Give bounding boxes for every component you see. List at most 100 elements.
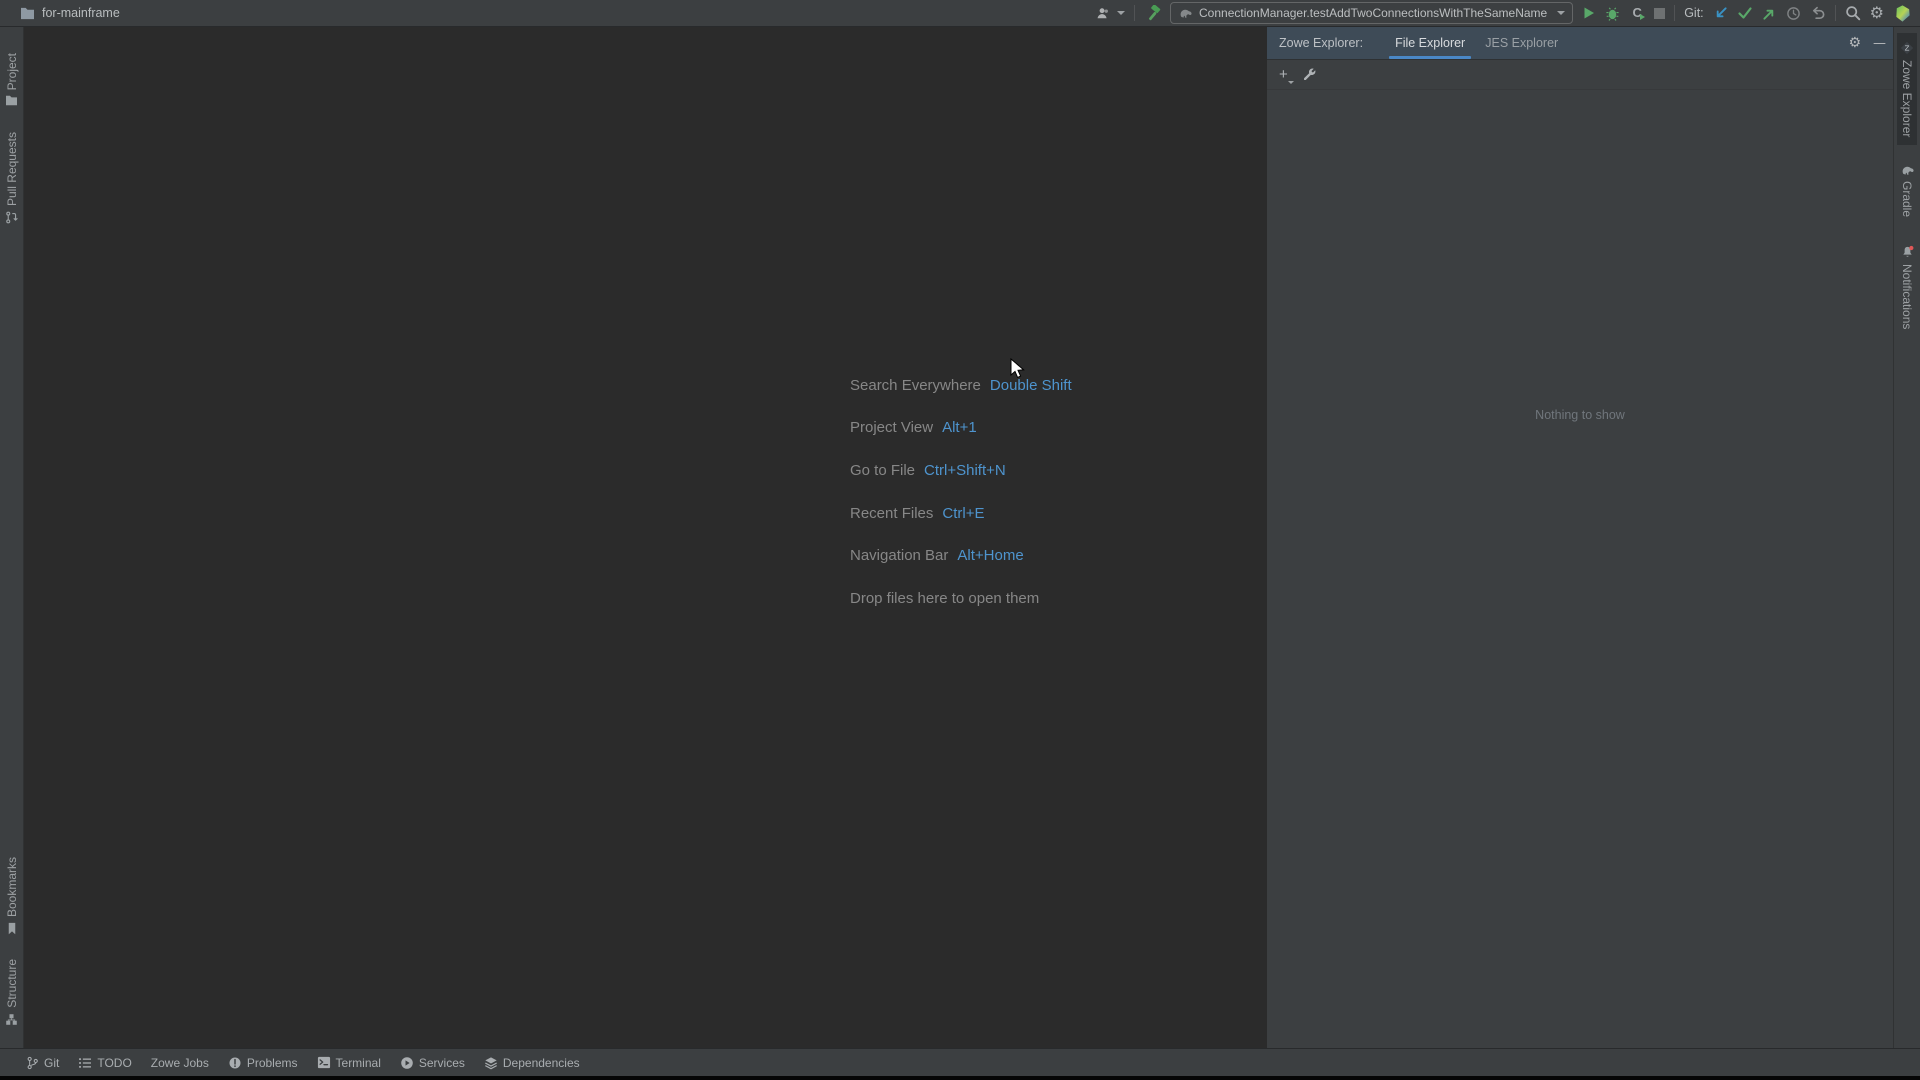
tab-file-explorer[interactable]: File Explorer — [1385, 27, 1475, 59]
tab-jes-explorer[interactable]: JES Explorer — [1475, 27, 1568, 59]
tool-button-label: Project — [4, 53, 19, 91]
statusbar-item-zowe-jobs[interactable]: Zowe Jobs — [151, 1056, 209, 1070]
shortcut-row: Project View Alt+1 — [850, 407, 1072, 450]
statusbar-item-problems[interactable]: Problems — [228, 1056, 298, 1070]
services-icon — [401, 1056, 413, 1069]
edit-settings-button[interactable] — [1302, 67, 1317, 82]
git-push-button[interactable] — [1762, 6, 1777, 21]
workspace: Project Pull Requests Bookmarks Structur… — [0, 27, 1920, 1048]
statusbar-label: Services — [418, 1055, 465, 1070]
shortcut-label: Recent Files — [850, 504, 934, 522]
sidebar-item-structure[interactable]: Structure — [2, 951, 22, 1034]
run-button[interactable] — [1582, 6, 1596, 20]
statusbar-item-todo[interactable]: TODO — [78, 1055, 132, 1070]
tab-label: JES Explorer — [1485, 36, 1559, 50]
statusbar-label: Terminal — [335, 1055, 381, 1070]
tool-button-label: Notifications — [1900, 264, 1914, 330]
chevron-down-icon — [1557, 11, 1566, 15]
shortcut-row: Drop files here to open them — [850, 577, 1072, 620]
users-dropdown-button[interactable] — [1095, 6, 1126, 21]
debug-bug-icon — [1606, 7, 1619, 21]
tool-button-label: Zowe Explorer — [1900, 60, 1914, 138]
gear-icon: ⚙ — [1848, 35, 1861, 51]
sidebar-item-zowe-explorer[interactable]: Z Zowe Explorer — [1897, 33, 1917, 146]
zowe-explorer-panel: Zowe Explorer: File Explorer JES Explore… — [1267, 27, 1893, 1048]
hammer-icon — [1149, 4, 1161, 20]
coverage-icon: C — [1629, 5, 1646, 21]
push-arrow-icon — [1763, 9, 1773, 20]
bottom-black-strip — [0, 1076, 1920, 1080]
file-explorer-tree[interactable]: Nothing to show — [1267, 90, 1893, 1048]
svg-text:Z: Z — [1905, 45, 1910, 53]
run-play-icon — [1584, 7, 1595, 19]
shortcut-row: Recent Files Ctrl+E — [850, 492, 1072, 535]
tab-label: File Explorer — [1395, 36, 1466, 50]
statusbar-item-git[interactable]: Git — [26, 1056, 59, 1070]
run-configuration-name: ConnectionManager.testAddTwoConnectionsW… — [1199, 6, 1548, 20]
statusbar-item-dependencies[interactable]: Dependencies — [484, 1056, 580, 1070]
tool-window-header: Zowe Explorer: File Explorer JES Explore… — [1267, 27, 1893, 60]
sidebar-item-bookmarks[interactable]: Bookmarks — [2, 849, 22, 943]
rollback-button[interactable] — [1810, 6, 1826, 21]
shortcut-keys: Ctrl+E — [942, 504, 985, 522]
tool-button-label: Structure — [4, 959, 19, 1008]
status-bar: Git TODO Zowe Jobs Problems Terminal Ser… — [0, 1048, 1920, 1076]
chevron-down-icon — [1117, 11, 1126, 15]
run-with-coverage-button[interactable]: C — [1629, 5, 1646, 21]
commit-check-icon — [1738, 7, 1752, 19]
gradle-elephant-icon — [1180, 9, 1192, 18]
gradle-elephant-icon — [1902, 167, 1914, 176]
tool-button-label: Gradle — [1900, 181, 1914, 218]
shortcut-row: Search Everywhere Double Shift — [850, 364, 1072, 407]
clock-icon — [1786, 6, 1800, 20]
shortcut-row: Navigation Bar Alt+Home — [850, 534, 1072, 577]
editor-area[interactable]: Search Everywhere Double Shift Project V… — [24, 27, 1267, 1048]
statusbar-label: Problems — [246, 1055, 298, 1070]
sidebar-item-pull-requests[interactable]: Pull Requests — [2, 124, 22, 232]
statusbar-item-terminal[interactable]: Terminal — [317, 1056, 381, 1070]
right-tool-stripe: Z Zowe Explorer Gradle Notifications — [1893, 27, 1920, 1048]
add-connection-button[interactable]: + — [1279, 66, 1294, 84]
tool-window-toolbar: + — [1267, 60, 1893, 90]
zowe-icon: Z — [1900, 41, 1914, 55]
run-configuration-select[interactable]: ConnectionManager.testAddTwoConnectionsW… — [1170, 2, 1574, 24]
build-hammer-button[interactable] — [1144, 4, 1161, 22]
shortcut-keys: Alt+Home — [957, 547, 1024, 565]
search-icon — [1845, 6, 1860, 21]
bookmark-icon — [8, 923, 15, 935]
shortcut-label: Navigation Bar — [850, 547, 949, 565]
sidebar-item-gradle[interactable]: Gradle — [1897, 157, 1918, 225]
history-button[interactable] — [1786, 6, 1801, 21]
search-everywhere-button[interactable] — [1845, 5, 1861, 21]
project-folder-icon — [20, 7, 35, 20]
avatar-icon — [1896, 4, 1910, 22]
left-tool-stripe: Project Pull Requests Bookmarks Structur… — [0, 27, 24, 1048]
sidebar-item-notifications[interactable]: Notifications — [1897, 237, 1918, 337]
chevron-down-icon — [1287, 81, 1294, 84]
gear-icon: ⚙ — [1869, 3, 1884, 22]
statusbar-item-services[interactable]: Services — [400, 1056, 465, 1070]
shortcut-row: Go to File Ctrl+Shift+N — [850, 449, 1072, 492]
git-commit-button[interactable] — [1737, 6, 1753, 20]
tool-button-label: Pull Requests — [4, 132, 19, 207]
rollback-undo-icon — [1812, 6, 1825, 19]
drop-files-hint: Drop files here to open them — [850, 589, 1040, 607]
sidebar-item-project[interactable]: Project — [2, 45, 22, 114]
git-update-button[interactable] — [1713, 6, 1728, 21]
shortcut-label: Search Everywhere — [850, 376, 981, 394]
todo-list-icon — [79, 1057, 92, 1068]
statusbar-label: TODO — [97, 1055, 132, 1070]
plus-icon: + — [1279, 66, 1288, 83]
ide-window: for-mainframe ConnectionManager.testAddT… — [0, 0, 1920, 1080]
statusbar-label: Zowe Jobs — [150, 1055, 209, 1070]
tool-window-settings-button[interactable]: ⚙ — [1848, 36, 1861, 50]
settings-button[interactable]: ⚙ — [1870, 5, 1884, 21]
account-avatar-button[interactable] — [1893, 4, 1912, 23]
title-bar: for-mainframe ConnectionManager.testAddT… — [0, 0, 1920, 27]
debug-button[interactable] — [1605, 6, 1620, 21]
shortcut-keys: Ctrl+Shift+N — [924, 461, 1006, 479]
git-branch-icon — [27, 1056, 38, 1069]
stop-button[interactable] — [1654, 7, 1666, 19]
tool-window-title: Zowe Explorer: — [1279, 36, 1364, 50]
hide-tool-window-button[interactable]: — — [1873, 37, 1886, 50]
